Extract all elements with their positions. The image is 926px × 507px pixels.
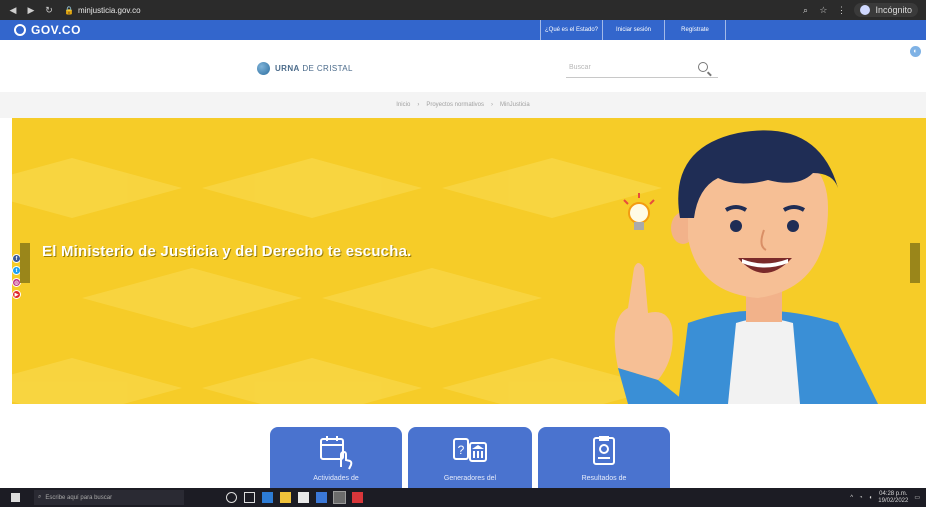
logo-rest-text: DE CRISTAL — [302, 64, 353, 73]
gov-logo[interactable]: GOV.CO — [14, 23, 81, 37]
breadcrumb-separator: › — [491, 102, 494, 108]
logo-bold-text: URNA — [275, 64, 300, 73]
extensions-icon[interactable]: ⋮ — [836, 5, 846, 15]
gov-logo-icon — [14, 24, 26, 36]
search-icon[interactable] — [698, 62, 708, 72]
globe-icon — [257, 62, 270, 75]
character-illustration — [614, 130, 878, 404]
clock-date: 19/02/2022 — [878, 497, 909, 504]
gov-link-que-es-el-estado[interactable]: ¿Qué es el Estado? — [540, 20, 602, 40]
edge-icon[interactable] — [262, 492, 273, 503]
taskbar-search[interactable]: ⌕ Escribe aquí para buscar — [34, 490, 184, 505]
cortana-icon[interactable] — [226, 492, 237, 503]
service-cards: Actividades de ? Generadores del Resulta… — [0, 427, 926, 488]
task-view-icon[interactable] — [244, 492, 255, 503]
url-text: minjusticia.gov.co — [77, 5, 141, 15]
accessibility-icon[interactable]: ◐ — [910, 46, 921, 57]
search-icon: ⌕ — [38, 494, 42, 500]
zoom-icon[interactable]: ⌕ — [800, 5, 810, 15]
file-explorer-icon[interactable] — [280, 492, 291, 503]
address-bar[interactable]: 🔒 minjusticia.gov.co — [64, 4, 224, 16]
card-label: Generadores del — [443, 475, 497, 482]
browser-toolbar: ◀ ▶ ↻ 🔒 minjusticia.gov.co ⌕ ☆ ⋮ Incógni… — [0, 0, 926, 20]
site-logo[interactable]: URNA DE CRISTAL — [257, 62, 353, 75]
breadcrumb: Inicio › Proyectos normativos › MinJusti… — [0, 92, 926, 118]
youtube-icon[interactable]: ▶ — [12, 290, 21, 299]
network-icon[interactable]: ◔ — [859, 495, 863, 501]
active-app-icon[interactable] — [333, 491, 346, 504]
profile-label: Incógnito — [875, 5, 912, 15]
windows-start-icon[interactable] — [11, 493, 20, 502]
breadcrumb-item[interactable]: Inicio — [396, 102, 410, 108]
carousel-prev-button[interactable] — [20, 243, 30, 283]
notifications-icon[interactable]: ▭ — [914, 494, 920, 501]
gov-link-registrate[interactable]: Regístrate — [664, 20, 726, 40]
service-card[interactable]: Actividades de — [270, 427, 402, 488]
os-taskbar: ⌕ Escribe aquí para buscar ^ ◔ ◖ 04:28 p… — [0, 488, 926, 507]
carousel-next-button[interactable] — [910, 243, 920, 283]
breadcrumb-item[interactable]: Proyectos normativos — [426, 102, 484, 108]
lock-icon: 🔒 — [64, 5, 74, 15]
search-box[interactable]: Buscar — [566, 60, 718, 78]
question-building-icon: ? — [453, 438, 487, 462]
gov-top-bar: GOV.CO ¿Qué es el Estado? Iniciar sesión… — [0, 20, 926, 40]
breadcrumb-item: MinJusticia — [500, 102, 530, 108]
calendar-hand-icon — [320, 436, 353, 470]
forward-icon[interactable]: ▶ — [26, 5, 36, 15]
system-clock[interactable]: 04:28 p.m. 19/02/2022 — [878, 491, 908, 505]
back-icon[interactable]: ◀ — [8, 5, 18, 15]
gov-logo-text: GOV.CO — [31, 23, 81, 37]
profile-button[interactable]: Incógnito — [854, 3, 918, 17]
service-card[interactable]: Resultados de — [538, 427, 670, 488]
reload-icon[interactable]: ↻ — [44, 5, 54, 15]
clock-time: 04:28 p.m. — [879, 490, 908, 497]
star-icon[interactable]: ☆ — [818, 5, 828, 15]
clipboard-icon — [593, 436, 615, 465]
site-header: URNA DE CRISTAL Buscar ◐ — [0, 40, 926, 92]
taskbar-search-placeholder: Escribe aquí para buscar — [45, 494, 113, 501]
svg-text:?: ? — [458, 443, 465, 457]
volume-icon[interactable]: ◖ — [869, 495, 873, 501]
profile-avatar-icon — [860, 5, 871, 15]
gov-link-iniciar-sesion[interactable]: Iniciar sesión — [602, 20, 664, 40]
service-card[interactable]: ? Generadores del — [408, 427, 532, 488]
breadcrumb-separator: › — [417, 102, 420, 108]
card-label: Resultados de — [581, 475, 627, 482]
search-input[interactable]: Buscar — [569, 64, 591, 71]
mail-icon[interactable] — [316, 492, 327, 503]
app-icon[interactable] — [352, 492, 363, 503]
card-label: Actividades de — [313, 475, 359, 482]
tray-chevron-icon[interactable]: ^ — [850, 495, 853, 501]
store-icon[interactable] — [298, 492, 309, 503]
hero-headline: El Ministerio de Justicia y del Derecho … — [42, 243, 412, 260]
hero-banner: f t ◎ ▶ El Ministerio de Justicia y del … — [12, 118, 926, 404]
